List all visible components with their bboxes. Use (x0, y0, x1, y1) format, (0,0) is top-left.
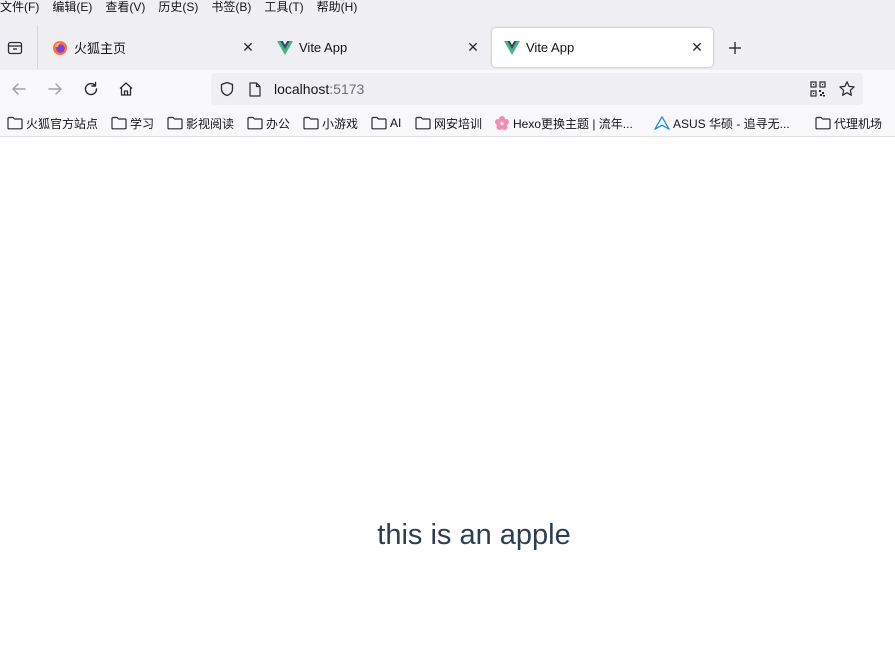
menu-help[interactable]: 帮助(H) (317, 0, 358, 14)
new-tab-icon[interactable] (724, 37, 746, 59)
bookmark-asus[interactable]: ASUS 华硕 - 追寻无... (654, 114, 790, 132)
back-arrow-icon[interactable] (9, 79, 29, 99)
close-tab-icon[interactable]: ✕ (240, 39, 256, 56)
close-tab-icon[interactable]: ✕ (465, 39, 481, 56)
close-tab-icon[interactable]: ✕ (689, 39, 705, 56)
qr-code-icon[interactable] (810, 81, 826, 97)
list-all-tabs-icon[interactable] (5, 38, 25, 58)
tab-vite-app-2[interactable]: Vite App ✕ (492, 28, 713, 67)
bookmark-label: 学习 (130, 116, 155, 131)
firefox-icon (52, 40, 68, 56)
url-host: localhost (274, 81, 330, 97)
menu-bar: 文件(F) 编辑(E) 查看(V) 历史(S) 书签(B) 工具(T) 帮助(H… (0, 0, 895, 14)
forward-arrow-icon[interactable] (45, 79, 65, 99)
bookmark-folder-ai[interactable]: AI (371, 114, 401, 132)
bookmark-folder-study[interactable]: 学习 (111, 114, 154, 132)
folder-icon (371, 115, 387, 131)
home-icon[interactable] (116, 79, 136, 99)
folder-icon (167, 115, 183, 131)
bookmark-label: 火狐官方站点 (26, 116, 99, 131)
folder-icon (415, 115, 431, 131)
bookmark-folder-office[interactable]: 办公 (247, 114, 290, 132)
menu-tools[interactable]: 工具(T) (264, 0, 303, 14)
page-content: this is an apple (0, 138, 895, 657)
reload-icon[interactable] (81, 79, 101, 99)
folder-icon (247, 115, 263, 131)
tab-title: Vite App (299, 40, 348, 55)
bookmark-label: 代理机场 (834, 116, 883, 131)
bookmark-folder-proxy[interactable]: 代理机场 (815, 114, 882, 132)
page-message: this is an apple (377, 519, 571, 551)
vue-icon (504, 40, 520, 56)
bookmark-hexo-theme[interactable]: Hexo更换主题 | 流年... (494, 114, 633, 132)
bookmark-label: 网安培训 (434, 116, 483, 131)
menu-view[interactable]: 查看(V) (105, 0, 145, 14)
tracking-protection-shield-icon[interactable] (218, 80, 236, 98)
bookmark-label: 影视阅读 (186, 116, 235, 131)
menu-file[interactable]: 文件(F) (0, 0, 39, 14)
navigation-toolbar: localhost:5173 (0, 70, 895, 108)
url-text[interactable]: localhost:5173 (274, 81, 364, 97)
menu-edit[interactable]: 编辑(E) (52, 0, 92, 14)
menu-history[interactable]: 历史(S) (158, 0, 198, 14)
page-info-icon[interactable] (248, 81, 262, 97)
folder-icon (815, 115, 831, 131)
tab-title: 火狐主页 (74, 41, 127, 56)
asus-icon (654, 115, 670, 131)
tab-title: Vite App (526, 40, 575, 55)
bookmark-folder-video-reading[interactable]: 影视阅读 (167, 114, 234, 132)
bookmark-label: 办公 (266, 116, 291, 131)
folder-icon (111, 115, 127, 131)
bookmark-label: Hexo更换主题 | 流年... (513, 116, 633, 131)
bookmark-folder-security-training[interactable]: 网安培训 (415, 114, 482, 132)
menu-bookmarks[interactable]: 书签(B) (211, 0, 251, 14)
tab-strip: 火狐主页 ✕ Vite App ✕ Vite App ✕ (0, 14, 895, 70)
tab-firefox-home[interactable]: 火狐主页 ✕ (40, 28, 264, 67)
bookmark-label: AI (390, 116, 402, 130)
bookmarks-toolbar: 火狐官方站点 学习 影视阅读 办公 小游戏 AI 网安培训 Hexo更换主题 |… (0, 108, 895, 137)
tab-vite-app-1[interactable]: Vite App ✕ (265, 28, 489, 67)
url-port: :5173 (329, 81, 365, 97)
tab-divider (37, 25, 38, 69)
bookmark-label: ASUS 华硕 - 追寻无... (673, 116, 790, 131)
folder-icon (7, 115, 23, 131)
vue-icon (277, 40, 293, 56)
bookmark-folder-mini-games[interactable]: 小游戏 (303, 114, 358, 132)
url-bar[interactable]: localhost:5173 (211, 73, 863, 105)
folder-icon (303, 115, 319, 131)
sakura-icon (494, 115, 510, 131)
bookmark-star-icon[interactable] (838, 80, 856, 98)
bookmark-label: 小游戏 (322, 116, 359, 131)
bookmark-folder-firefox-official[interactable]: 火狐官方站点 (7, 114, 98, 132)
